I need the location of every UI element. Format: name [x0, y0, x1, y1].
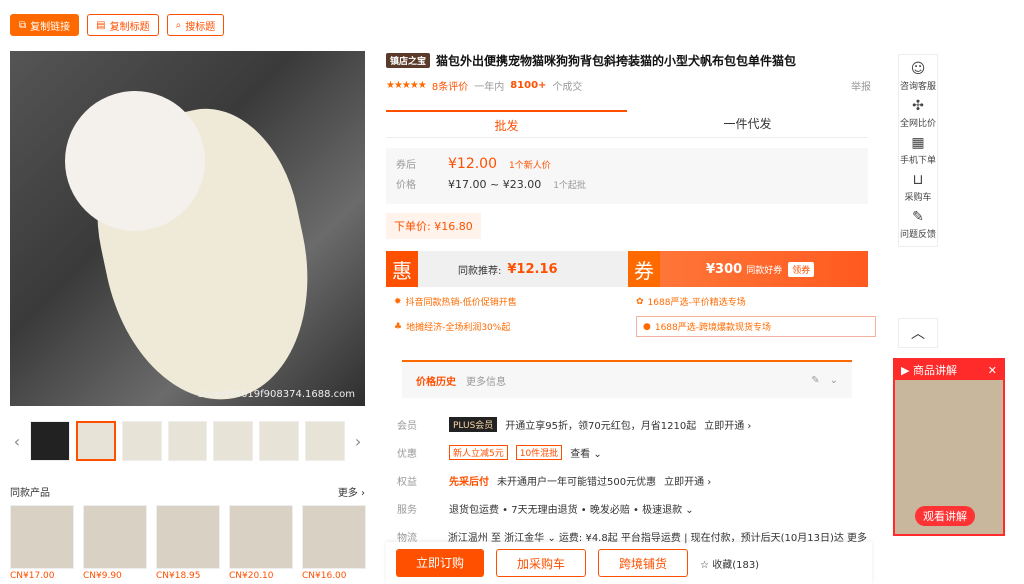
price-history-bar[interactable]: 价格历史 更多信息 ✎ ⌄: [402, 360, 852, 398]
tab-dropship[interactable]: 一件代发: [627, 110, 868, 137]
same-style-promo[interactable]: 惠 同款推荐: ¥12.16: [386, 251, 628, 287]
thumbnail[interactable]: [213, 421, 254, 461]
tab-wholesale[interactable]: 批发: [386, 110, 627, 137]
thumbnail-strip: ‹ ›: [10, 420, 365, 462]
watch-explain-button[interactable]: 观看讲解: [915, 506, 975, 526]
next-arrow-icon[interactable]: ›: [351, 432, 365, 451]
similar-more-link[interactable]: 更多 ›: [338, 484, 365, 499]
favorite-button[interactable]: ☆ 收藏(183): [700, 556, 759, 571]
search-icon: ⌕: [175, 19, 182, 31]
main-product-image[interactable]: shop698619f908374.1688.com: [10, 51, 365, 406]
sidebar-item-service[interactable]: ☺ 咨询客服: [900, 61, 936, 92]
similar-list: CN¥17.00 CN¥9.90 CN¥18.95 CN¥20.10 CN¥16…: [10, 505, 366, 581]
rating-row: ★★★★★ 8条评价 一年内 8100+ 个成交 举报: [386, 78, 871, 93]
flower-icon: ✿: [636, 296, 644, 307]
thumbnail[interactable]: [259, 421, 300, 461]
similar-item[interactable]: CN¥20.10: [229, 505, 293, 581]
search-title-button[interactable]: ⌕ 搜标题: [166, 14, 225, 36]
promo-item[interactable]: ● 1688严选-跨境爆款现货专场: [636, 316, 876, 337]
store-badge: 镇店之宝: [386, 53, 431, 68]
review-count[interactable]: 8条评价: [432, 78, 468, 93]
scroll-top-button[interactable]: ︿: [898, 318, 938, 348]
live-explain-widget[interactable]: ▶ 商品讲解 ✕ 观看讲解: [893, 358, 1005, 536]
sidebar-item-mobile[interactable]: ▦ 手机下单: [900, 135, 936, 166]
purchase-tabs: 批发 一件代发: [386, 110, 868, 138]
sidebar-item-compare[interactable]: ✣ 全网比价: [900, 98, 936, 129]
close-icon[interactable]: ✕: [988, 364, 997, 377]
video-thumbnail[interactable]: [29, 421, 70, 461]
similar-header: 同款产品 更多 ›: [10, 484, 365, 499]
discount-row: 优惠 新人立减5元 10件混批 查看 ⌄: [397, 438, 867, 466]
cart-icon: ⊔: [912, 172, 924, 188]
service-row: 服务 退货包运费 • 7天无理由退货 • 晚发必赔 • 极速退款 ⌄: [397, 504, 694, 516]
edit-icon[interactable]: ✎: [811, 375, 819, 386]
similar-item[interactable]: CN¥17.00: [10, 505, 74, 581]
thumbnail[interactable]: [167, 421, 208, 461]
member-row: 会员 PLUS会员 开通立享95折，领70元红包，月省1210起 立即开通 ›: [397, 410, 867, 438]
claim-coupon-button[interactable]: 领券: [788, 261, 815, 277]
bear-icon: ●: [643, 321, 651, 332]
product-title: 猫包外出便携宠物猫咪狗狗背包斜挎装猫的小型犬帆布包包单件猫包: [436, 54, 797, 68]
promo-list: ✹ 抖音同款热销-低价促销开售 ✿ 1688严选-平价精选专场 ♣ 地摊经济-全场利润…: [386, 291, 876, 341]
star-rating: ★★★★★: [386, 80, 427, 91]
action-bar: 立即订购 加采购车 跨境铺货 ☆ 收藏(183): [386, 542, 872, 584]
sun-icon: ✹: [394, 296, 402, 307]
buy-now-button[interactable]: 立即订购: [396, 549, 485, 577]
product-title-row: 镇店之宝 猫包外出便携宠物猫咪狗狗背包斜挎装猫的小型犬帆布包包单件猫包: [386, 52, 876, 69]
price-range: ¥17.00 ~ ¥23.00: [448, 178, 542, 191]
chevron-up-icon: ︿: [911, 326, 925, 342]
thumbnail[interactable]: [121, 421, 162, 461]
promo-item[interactable]: ♣ 地摊经济-全场利润30%起: [394, 316, 636, 337]
qrcode-icon: ▦: [911, 135, 925, 151]
top-toolbar: ⧉ 复制链接 ▤ 复制标题 ⌕ 搜标题: [10, 14, 225, 36]
doc-icon: ▤: [96, 19, 106, 31]
report-link[interactable]: 举报: [851, 78, 871, 93]
thumbnail[interactable]: [75, 421, 116, 461]
image-watermark: shop698619f908374.1688.com: [197, 389, 355, 400]
thumbnail[interactable]: [305, 421, 346, 461]
dog-shape: [65, 91, 205, 231]
price-box: 券后 ¥12.00 1个新人价 价格 ¥17.00 ~ ¥23.00 1个起批: [386, 148, 868, 204]
coupon-promo[interactable]: 券 ¥300 同款好券 领券: [628, 251, 868, 287]
copy-title-button[interactable]: ▤ 复制标题: [87, 14, 159, 36]
similar-item[interactable]: CN¥16.00: [302, 505, 366, 581]
coupon-price: ¥12.00: [448, 156, 497, 172]
sidebar-item-feedback[interactable]: ✎ 问题反馈: [900, 209, 936, 240]
sidebar-item-cart[interactable]: ⊔ 采购车: [904, 172, 931, 203]
chevron-down-icon[interactable]: ⌄: [830, 375, 838, 386]
rights-row: 权益 先采后付 未开通用户一年可能错过500元优惠 立即开通 ›: [397, 466, 867, 494]
puzzle-icon: ✣: [912, 98, 924, 114]
add-to-cart-button[interactable]: 加采购车: [496, 549, 587, 577]
prev-arrow-icon[interactable]: ‹: [10, 432, 24, 451]
member-open-link[interactable]: 立即开通 ›: [704, 417, 751, 432]
promo-item[interactable]: ✿ 1688严选-平价精选专场: [636, 295, 876, 309]
similar-item[interactable]: CN¥9.90: [83, 505, 147, 581]
promo-banner: 惠 同款推荐: ¥12.16 券 ¥300 同款好券 领券: [386, 251, 868, 287]
order-price: 下单价: ¥16.80: [386, 213, 481, 239]
promo-item[interactable]: ✹ 抖音同款热销-低价促销开售: [394, 295, 636, 309]
copy-link-button[interactable]: ⧉ 复制链接: [10, 14, 80, 36]
rights-open-link[interactable]: 立即开通 ›: [664, 473, 711, 488]
edit-icon: ✎: [912, 209, 924, 225]
chat-icon: ☺: [910, 61, 926, 77]
right-sidebar: ☺ 咨询客服 ✣ 全网比价 ▦ 手机下单 ⊔ 采购车 ✎ 问题反馈: [898, 54, 938, 247]
discount-view-link[interactable]: 查看 ⌄: [570, 445, 602, 460]
link-icon: ⧉: [19, 19, 27, 31]
similar-item[interactable]: CN¥18.95: [156, 505, 220, 581]
info-list: 会员 PLUS会员 开通立享95折，领70元红包，月省1210起 立即开通 › 优惠新…: [397, 410, 867, 550]
crossborder-button[interactable]: 跨境铺货: [598, 549, 689, 577]
leaf-icon: ♣: [394, 321, 403, 332]
